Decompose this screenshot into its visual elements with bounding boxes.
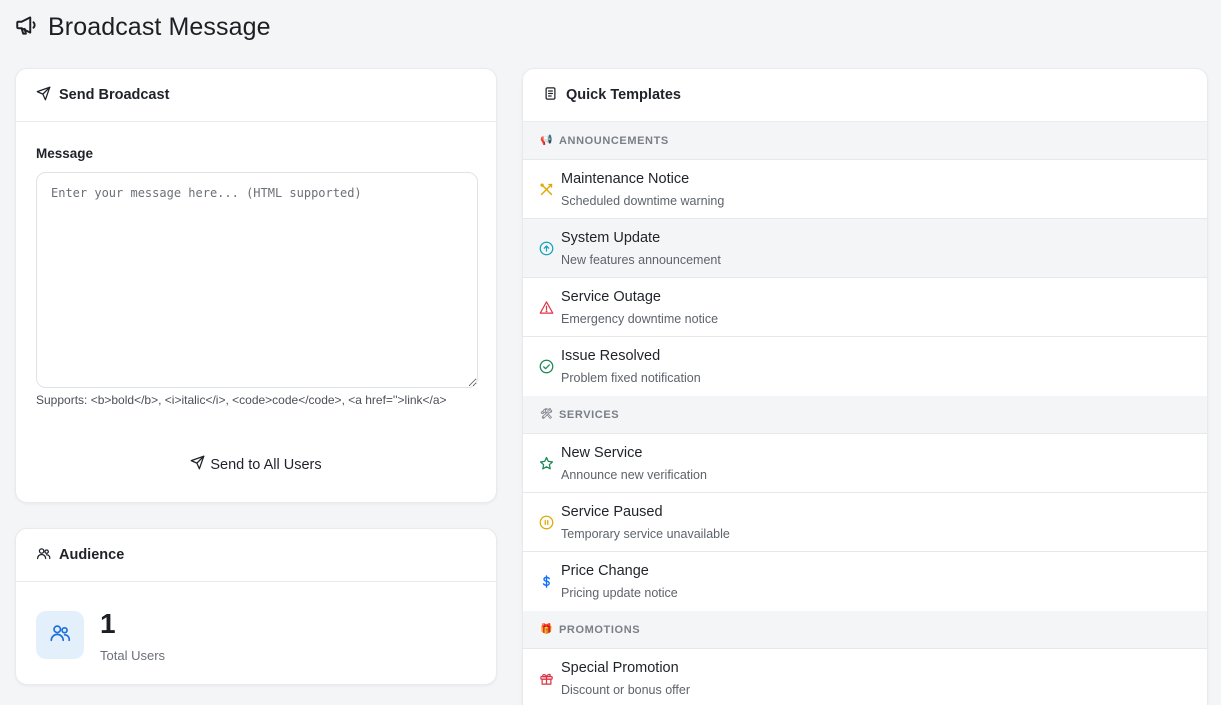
users-icon: [36, 546, 51, 565]
send-broadcast-card: Send Broadcast Message Supports: <b>bold…: [15, 68, 497, 503]
gift-icon: [538, 670, 554, 686]
template-title: Special Promotion: [561, 660, 679, 676]
send-icon: [190, 455, 205, 474]
template-desc: Discount or bonus offer: [561, 683, 691, 697]
warning-triangle-icon: [538, 299, 554, 315]
template-maintenance-notice[interactable]: Maintenance Notice Scheduled downtime wa…: [523, 160, 1207, 219]
section-promotions: 🎁 PROMOTIONS: [523, 611, 1207, 649]
users-icon: [49, 622, 71, 649]
template-title: New Service: [561, 445, 643, 461]
template-title: Service Outage: [561, 289, 661, 305]
send-broadcast-title: Send Broadcast: [59, 87, 170, 103]
section-title: SERVICES: [559, 408, 620, 421]
template-desc: Announce new verification: [561, 468, 707, 482]
megaphone-icon: 📢: [540, 135, 554, 146]
section-title: PROMOTIONS: [559, 623, 641, 636]
megaphone-icon: [14, 12, 40, 43]
template-issue-resolved[interactable]: Issue Resolved Problem fixed notificatio…: [523, 337, 1207, 396]
template-desc: Pricing update notice: [561, 586, 678, 600]
send-icon: [36, 86, 51, 105]
template-desc: Problem fixed notification: [561, 371, 701, 385]
message-textarea[interactable]: [36, 172, 478, 388]
template-title: Service Paused: [561, 504, 663, 520]
audience-header: Audience: [16, 529, 496, 582]
template-system-update[interactable]: System Update New features announcement: [523, 219, 1207, 278]
template-price-change[interactable]: Price Change Pricing update notice: [523, 552, 1207, 611]
template-service-outage[interactable]: Service Outage Emergency downtime notice: [523, 278, 1207, 337]
page-title-row: Broadcast Message: [14, 12, 271, 43]
template-desc: Scheduled downtime warning: [561, 194, 725, 208]
template-title: System Update: [561, 230, 661, 246]
section-title: ANNOUNCEMENTS: [559, 134, 669, 147]
tools-emoji-icon: 🛠: [540, 409, 554, 420]
arrow-up-circle-icon: [538, 240, 554, 256]
template-desc: Temporary service unavailable: [561, 527, 730, 541]
template-special-promotion[interactable]: Special Promotion Discount or bonus offe…: [523, 649, 1207, 705]
section-announcements: 📢 ANNOUNCEMENTS: [523, 122, 1207, 160]
total-users-label: Total Users: [100, 648, 166, 663]
template-title: Price Change: [561, 563, 649, 579]
audience-card: Audience 1 Total Users: [15, 528, 497, 685]
template-title: Issue Resolved: [561, 348, 661, 364]
quick-templates-card: Quick Templates 📢 ANNOUNCEMENTS Maintena…: [522, 68, 1208, 705]
dollar-icon: [538, 573, 554, 589]
send-to-all-label: Send to All Users: [210, 456, 322, 473]
message-label: Message: [36, 146, 94, 161]
quick-templates-header: Quick Templates: [523, 69, 1207, 122]
gift-emoji-icon: 🎁: [540, 624, 554, 635]
template-new-service[interactable]: New Service Announce new verification: [523, 434, 1207, 493]
template-desc: New features announcement: [561, 253, 721, 267]
check-circle-icon: [538, 358, 554, 374]
template-desc: Emergency downtime notice: [561, 312, 719, 326]
template-service-paused[interactable]: Service Paused Temporary service unavail…: [523, 493, 1207, 552]
users-icon-badge: [36, 611, 84, 659]
send-to-all-button[interactable]: Send to All Users: [16, 455, 496, 474]
section-services: 🛠 SERVICES: [523, 396, 1207, 434]
page-title: Broadcast Message: [48, 13, 271, 41]
quick-templates-title: Quick Templates: [566, 87, 681, 103]
tools-icon: [538, 181, 554, 197]
template-title: Maintenance Notice: [561, 171, 690, 187]
pause-circle-icon: [538, 514, 554, 530]
supports-hint: Supports: <b>bold</b>, <i>italic</i>, <c…: [36, 393, 447, 407]
send-broadcast-header: Send Broadcast: [16, 69, 496, 122]
star-icon: [538, 455, 554, 471]
total-users-count: 1: [100, 608, 116, 639]
document-icon: [543, 86, 558, 105]
audience-title: Audience: [59, 547, 125, 563]
